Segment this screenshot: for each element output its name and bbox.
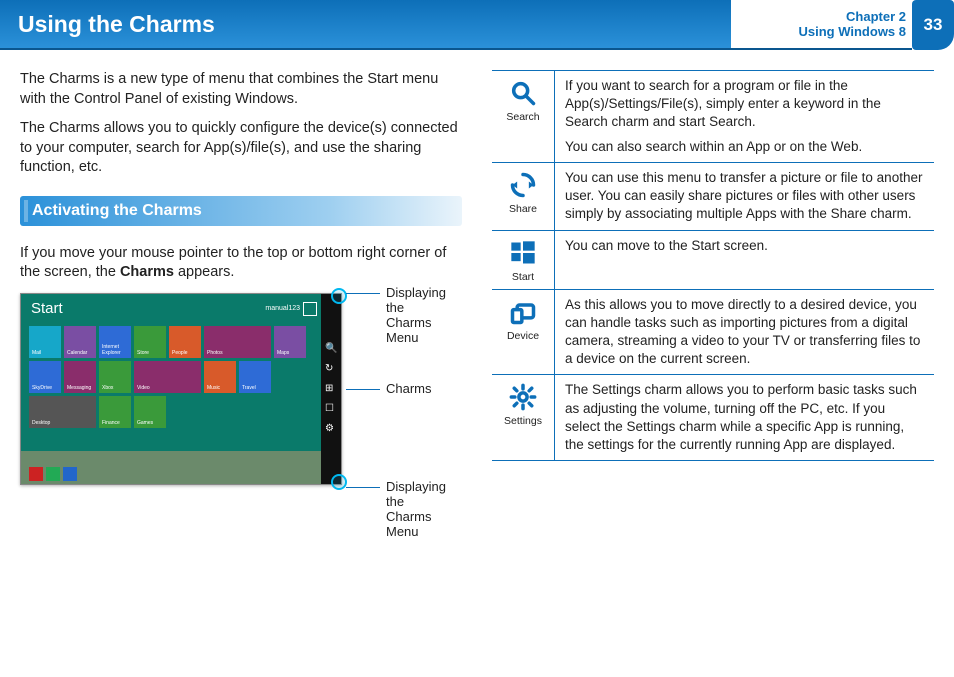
mini-tile — [46, 467, 60, 481]
page-number-badge: 33 — [912, 0, 954, 50]
start-tile: Photos — [204, 326, 271, 358]
intro-paragraph-1: The Charms is a new type of menu that co… — [20, 70, 462, 109]
charm-desc-cell: The Settings charm allows you to perform… — [555, 375, 934, 460]
charms-table: Search If you want to search for a progra… — [492, 70, 934, 461]
charms-bar: 🔍 ↻ ⊞ ☐ ⚙ — [321, 294, 341, 484]
charm-name-label: Device — [507, 330, 539, 342]
start-tile: People — [169, 326, 201, 358]
devices-icon: ☐ — [325, 403, 337, 415]
chapter-line-1: Chapter 2 — [731, 9, 906, 24]
page-title-band: Using the Charms — [0, 0, 731, 50]
charm-row-device: Device As this allows you to move directl… — [492, 289, 934, 375]
charm-desc-text: You can also search within an App or on … — [565, 138, 924, 156]
charm-name-label: Share — [509, 203, 537, 215]
charm-name-label: Settings — [504, 415, 542, 427]
charm-desc-cell: If you want to search for a program or f… — [555, 71, 934, 162]
hotspot-marker-bottom — [331, 474, 347, 490]
charm-desc-text: The Settings charm allows you to perform… — [565, 381, 924, 454]
figure-callouts: Displaying the Charms Menu Charms Displa… — [346, 293, 446, 483]
start-bottom-strip — [21, 451, 341, 484]
charm-desc-text: As this allows you to move directly to a… — [565, 296, 924, 369]
start-tile: Travel — [239, 361, 271, 393]
page-number: 33 — [924, 15, 943, 35]
start-tile: Maps — [274, 326, 306, 358]
start-tile: Internet Explorer — [99, 326, 131, 358]
start-tiles-grid: MailCalendarInternet ExplorerStorePeople… — [29, 326, 311, 428]
charm-icon-cell: Share — [492, 163, 555, 230]
charm-row-search: Search If you want to search for a progra… — [492, 71, 934, 162]
callout-bot: Displaying the Charms Menu — [346, 479, 446, 539]
start-tile: Video — [134, 361, 201, 393]
start-screen-title: Start — [31, 300, 63, 317]
start-icon — [509, 239, 537, 267]
charm-desc-text: If you want to search for a program or f… — [565, 77, 924, 132]
mini-tile — [63, 467, 77, 481]
page-header: Using the Charms Chapter 2 Using Windows… — [0, 0, 954, 50]
share-icon: ↻ — [325, 363, 337, 375]
settings-icon — [509, 383, 537, 411]
charm-desc-text: You can use this menu to transfer a pict… — [565, 169, 924, 224]
screenshot-figure: Start manual123 MailCalendarInternet Exp… — [20, 293, 462, 485]
charm-icon-cell: Start — [492, 231, 555, 289]
search-icon — [509, 79, 537, 107]
charm-icon-cell: Settings — [492, 375, 555, 460]
page-title: Using the Charms — [18, 11, 215, 38]
share-icon — [509, 171, 537, 199]
chapter-block: Chapter 2 Using Windows 8 — [731, 0, 912, 50]
charm-row-start: Start You can move to the Start screen. — [492, 230, 934, 289]
start-tile: Games — [134, 396, 166, 428]
start-tile: Finance — [99, 396, 131, 428]
start-tile: Store — [134, 326, 166, 358]
start-tile: Mail — [29, 326, 61, 358]
charm-name-label: Search — [506, 111, 539, 123]
charm-desc-cell: You can move to the Start screen. — [555, 231, 934, 289]
settings-icon: ⚙ — [325, 423, 337, 435]
device-icon — [509, 298, 537, 326]
hotspot-marker-top — [331, 288, 347, 304]
left-column: The Charms is a new type of menu that co… — [20, 70, 462, 485]
right-column: Search If you want to search for a progra… — [492, 70, 934, 485]
chapter-line-2: Using Windows 8 — [731, 24, 906, 39]
start-screen-user: manual123 — [265, 302, 317, 316]
charm-icon-cell: Device — [492, 290, 555, 375]
start-screen-mock: Start manual123 MailCalendarInternet Exp… — [20, 293, 342, 485]
mini-tile — [29, 467, 43, 481]
charm-desc-cell: As this allows you to move directly to a… — [555, 290, 934, 375]
charm-icon-cell: Search — [492, 71, 555, 162]
start-tile: SkyDrive — [29, 361, 61, 393]
start-tile: Music — [204, 361, 236, 393]
start-tile: Desktop — [29, 396, 96, 428]
start-tile: Xbox — [99, 361, 131, 393]
charm-desc-cell: You can use this menu to transfer a pict… — [555, 163, 934, 230]
charm-row-share: Share You can use this menu to transfer a… — [492, 162, 934, 230]
start-tile: Calendar — [64, 326, 96, 358]
start-tile: Messaging — [64, 361, 96, 393]
search-icon: 🔍 — [325, 343, 337, 355]
callout-mid: Charms — [346, 381, 432, 396]
section-heading: Activating the Charms — [20, 196, 462, 226]
charm-desc-text: You can move to the Start screen. — [565, 237, 924, 255]
charm-row-settings: Settings The Settings charm allows you to… — [492, 374, 934, 460]
callout-top: Displaying the Charms Menu — [346, 285, 446, 345]
start-icon: ⊞ — [325, 383, 337, 395]
charm-name-label: Start — [512, 271, 534, 283]
section-paragraph: If you move your mouse pointer to the to… — [20, 244, 462, 283]
intro-paragraph-2: The Charms allows you to quickly configu… — [20, 119, 462, 178]
